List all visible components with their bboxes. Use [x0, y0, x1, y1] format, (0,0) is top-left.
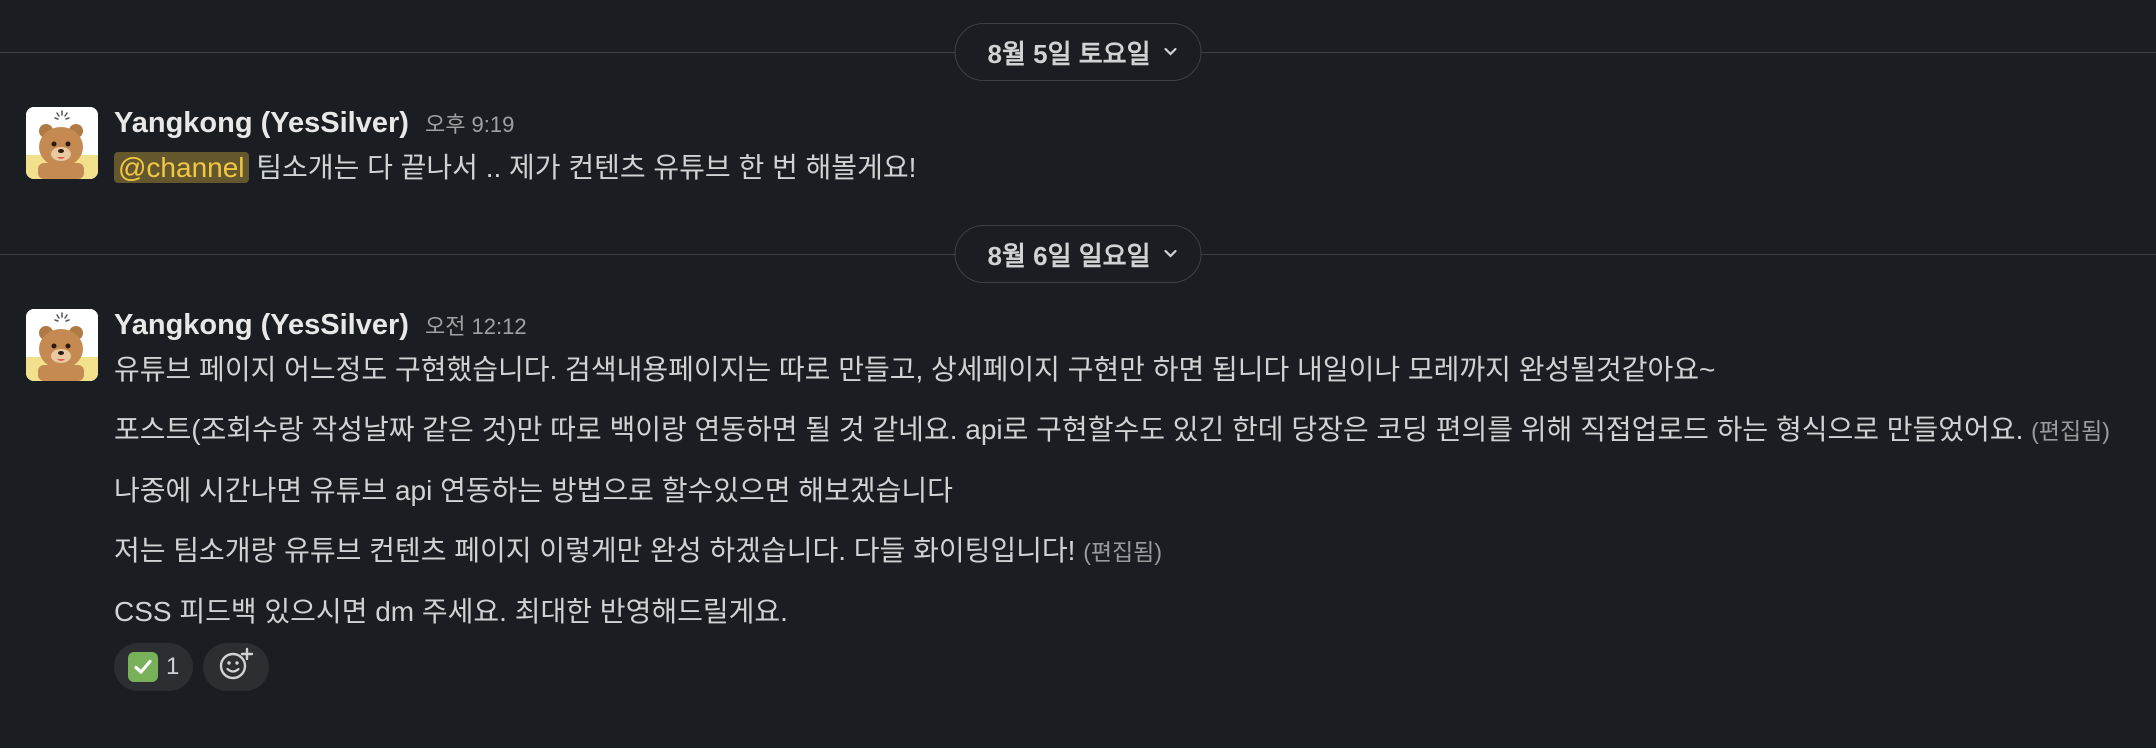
edited-label: (편집됨): [2031, 418, 2110, 444]
message-content: Yangkong (YesSilver) 오전 12:12 유튜브 페이지 어느…: [114, 309, 2116, 691]
message-feed: 8월 5일 토요일 Yangkong (YesSilver) 오후 9:19 @…: [0, 0, 2156, 748]
paragraph-text: 나중에 시간나면 유튜브 api 연동하는 방법으로 할수있으면 해보겠습니다: [114, 475, 953, 506]
author-name[interactable]: Yangkong (YesSilver): [114, 107, 409, 140]
white-check-mark-emoji-icon: [128, 652, 158, 682]
date-divider: 8월 5일 토요일: [0, 22, 2156, 82]
message-paragraph: 유튜브 페이지 어느정도 구현했습니다. 검색내용페이지는 따로 만들고, 상세…: [114, 349, 2116, 391]
add-reaction-button[interactable]: [203, 643, 270, 691]
message-header: Yangkong (YesSilver) 오전 12:12: [114, 309, 2116, 349]
message-header: Yangkong (YesSilver) 오후 9:19: [114, 107, 2116, 147]
message-paragraph: CSS 피드백 있으시면 dm 주세요. 최대한 반영해드릴게요.: [114, 591, 2116, 633]
paragraph-text: CSS 피드백 있으시면 dm 주세요. 최대한 반영해드릴게요.: [114, 596, 788, 627]
paragraph-text: 유튜브 페이지 어느정도 구현했습니다. 검색내용페이지는 따로 만들고, 상세…: [114, 354, 1716, 385]
date-divider: 8월 6일 일요일: [0, 224, 2156, 284]
add-emoji-icon: [218, 647, 254, 688]
message-content: Yangkong (YesSilver) 오후 9:19 @channel 팀소…: [114, 107, 2116, 189]
timestamp[interactable]: 오후 9:19: [425, 107, 514, 139]
reaction-pill[interactable]: 1: [114, 643, 194, 691]
timestamp[interactable]: 오전 12:12: [425, 309, 527, 341]
avatar[interactable]: [26, 309, 98, 381]
channel-mention[interactable]: @channel: [114, 152, 249, 183]
message-body: 팀소개는 다 끝나서 .. 제가 컨텐츠 유튜브 한 번 해볼게요!: [248, 152, 917, 183]
reaction-count: 1: [166, 653, 180, 680]
chevron-down-icon: [1162, 246, 1178, 262]
date-label: 8월 6일 일요일: [987, 240, 1151, 271]
message-paragraph: 포스트(조회수랑 작성날짜 같은 것)만 따로 백이랑 연동하면 될 것 같네요…: [114, 409, 2116, 452]
paragraph-text: 저는 팀소개랑 유튜브 컨텐츠 페이지 이렇게만 완성 하겠습니다. 다들 화이…: [114, 535, 1076, 566]
message-text: @channel 팀소개는 다 끝나서 .. 제가 컨텐츠 유튜브 한 번 해볼…: [114, 147, 2116, 189]
paragraph-text: 포스트(조회수랑 작성날짜 같은 것)만 따로 백이랑 연동하면 될 것 같네요…: [114, 414, 2024, 445]
author-name[interactable]: Yangkong (YesSilver): [114, 309, 409, 342]
date-jump-button[interactable]: 8월 6일 일요일: [954, 225, 1202, 283]
edited-label: (편집됨): [1083, 539, 1163, 565]
message-paragraph: 나중에 시간나면 유튜브 api 연동하는 방법으로 할수있으면 해보겠습니다: [114, 470, 2116, 512]
message-paragraph: 저는 팀소개랑 유튜브 컨텐츠 페이지 이렇게만 완성 하겠습니다. 다들 화이…: [114, 530, 2116, 573]
reactions-bar: 1: [114, 643, 2116, 691]
date-label: 8월 5일 토요일: [987, 38, 1151, 69]
chevron-down-icon: [1162, 44, 1178, 60]
avatar[interactable]: [26, 107, 98, 179]
date-jump-button[interactable]: 8월 5일 토요일: [954, 23, 1202, 81]
